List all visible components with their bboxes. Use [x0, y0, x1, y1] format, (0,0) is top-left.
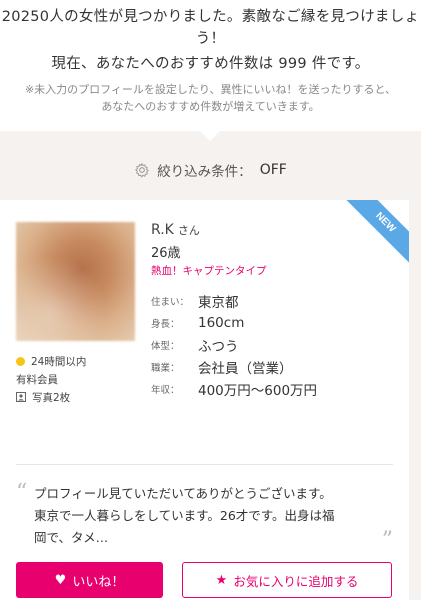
results-headline: 20250人の女性が見つかりました。素敵なご縁を見つけましょ う！	[1, 9, 420, 47]
close-quote-icon: ”	[381, 528, 393, 553]
open-quote-icon: “	[16, 480, 28, 505]
favorite-label: お気に入りに追加する	[233, 573, 359, 589]
profile-name[interactable]: R.K さん	[151, 222, 200, 238]
like-button[interactable]: ♥ いいね！	[16, 562, 163, 598]
photo-count: 写真2枚	[32, 391, 71, 404]
new-badge: NEW	[341, 200, 409, 267]
profile-age: 26歳	[151, 246, 181, 261]
filter-bar[interactable]: 絞り込み条件： OFF	[0, 152, 421, 188]
add-favorite-button[interactable]: ★ お気に入りに追加する	[182, 562, 392, 598]
profile-intro[interactable]: プロフィール見ていただいてありがとうございます。 東京で一人暮らしをしています。…	[34, 483, 374, 549]
attribute-occupation: 職業： 会社員（営業）	[151, 361, 293, 377]
online-status-icon	[16, 356, 25, 366]
profile-photo[interactable]	[16, 222, 135, 341]
attribute-height: 身長： 160cm	[151, 315, 245, 331]
divider	[16, 464, 393, 465]
attribute-income: 年収： 400万円〜600万円	[151, 383, 318, 399]
filter-value: OFF	[259, 162, 287, 178]
gear-icon	[135, 162, 150, 178]
like-label: いいね！	[72, 574, 125, 590]
filter-label: 絞り込み条件：	[157, 164, 252, 180]
attribute-body-type: 体型： ふつう	[151, 339, 239, 355]
profile-card[interactable]: NEW 24時間以内 有料会員 写真2枚 R.K さん 26歳 熱血！キャプテンタ…	[0, 200, 409, 600]
membership-label: 有料会員	[16, 373, 58, 386]
photo-icon	[16, 392, 26, 402]
heart-icon: ♥	[54, 572, 67, 588]
profile-attributes: 住まい： 東京都 身長： 160cm 体型： ふつう 職業： 会社員（営業） 年…	[151, 290, 317, 400]
profile-meta: 24時間以内 有料会員 写真2枚	[16, 352, 86, 406]
recommendation-note: ※未入力のプロフィールを設定したり、異性にいいね！を送ったりすると、 あなたへの…	[24, 83, 397, 113]
recommendation-count: 現在、あなたへのおすすめ件数は 999 件です。	[51, 56, 370, 72]
attribute-residence: 住まい： 東京都	[151, 295, 239, 311]
profile-tagline: 熱血！キャプテンタイプ	[151, 265, 267, 277]
login-status: 24時間以内	[31, 355, 87, 368]
search-summary: 20250人の女性が見つかりました。素敵なご縁を見つけましょ う！ 現在、あなた…	[0, 0, 421, 131]
summary-pointer	[199, 130, 221, 141]
star-icon: ★	[215, 572, 228, 588]
